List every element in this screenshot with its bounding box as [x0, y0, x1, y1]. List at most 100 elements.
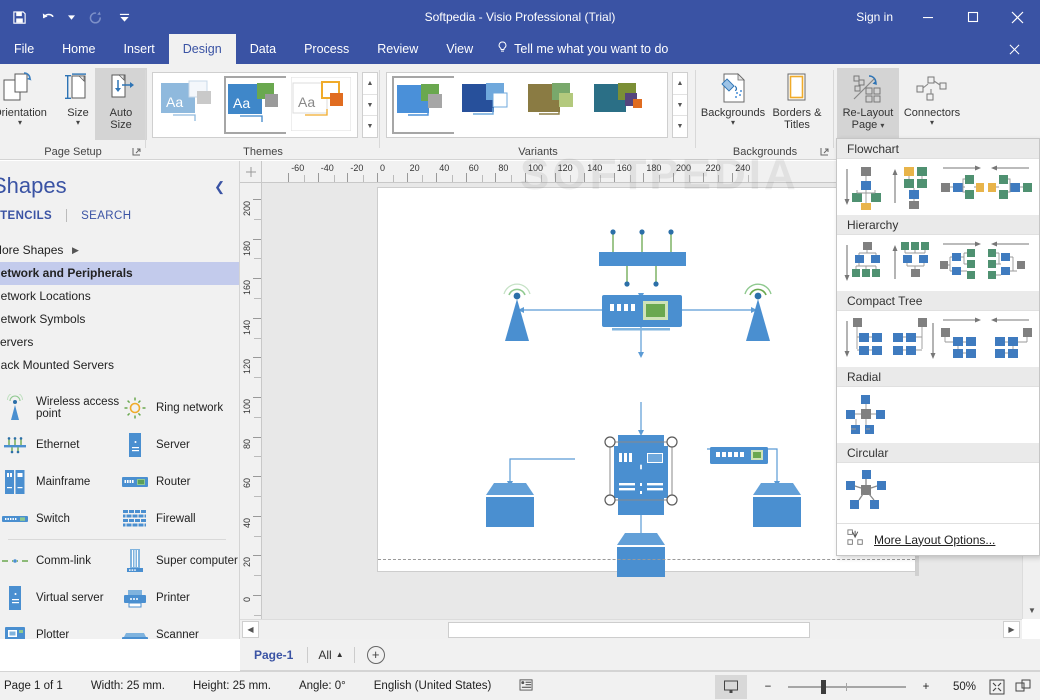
stencil-item-network-locations[interactable]: Network Locations: [0, 285, 239, 308]
scroll-left-icon[interactable]: ◀: [242, 621, 259, 638]
zoom-percent-label[interactable]: 50%: [946, 681, 976, 693]
stencil-item-more-shapes[interactable]: More Shapes ▶: [0, 239, 239, 262]
tab-data[interactable]: Data: [236, 34, 290, 64]
stencil-item-network-and-peripherals[interactable]: Network and Peripherals: [0, 262, 239, 285]
shape-scanner[interactable]: Scanner: [120, 616, 239, 639]
zoom-slider[interactable]: [788, 679, 906, 694]
variant-item-3[interactable]: [524, 76, 586, 134]
layout-compact-tree-left[interactable]: [987, 315, 1033, 363]
variant-item-4[interactable]: [590, 76, 652, 134]
close-document-button[interactable]: [996, 34, 1032, 64]
layout-hierarchy-up[interactable]: [891, 239, 937, 287]
zoom-slider-thumb[interactable]: [821, 679, 826, 694]
layout-hierarchy-right[interactable]: [939, 239, 985, 287]
shape-router[interactable]: Router: [120, 463, 239, 500]
presentation-view-icon[interactable]: [715, 674, 747, 699]
backgrounds-caret-icon[interactable]: ▾: [731, 119, 735, 127]
variant-item-1[interactable]: [392, 76, 454, 134]
status-angle[interactable]: Angle: 0°: [285, 680, 360, 692]
layout-hierarchy-left[interactable]: [987, 239, 1033, 287]
close-button[interactable]: [995, 0, 1040, 34]
status-language[interactable]: English (United States): [360, 680, 506, 692]
shape-firewall[interactable]: Firewall: [120, 500, 239, 537]
layout-flowchart-left[interactable]: [987, 163, 1033, 211]
ruler-corner[interactable]: [240, 161, 262, 183]
theme-item-3[interactable]: Aa: [290, 76, 352, 134]
tab-process[interactable]: Process: [290, 34, 363, 64]
layout-flowchart-right[interactable]: [939, 163, 985, 211]
backgrounds-button[interactable]: Backgrounds ▾: [700, 68, 766, 140]
minimize-button[interactable]: [905, 0, 950, 34]
connectors-caret-icon[interactable]: ▾: [930, 119, 934, 127]
horizontal-scrollbar[interactable]: ◀ ▶: [240, 619, 1022, 639]
themes-scroll-up-icon[interactable]: ▲: [363, 73, 377, 95]
more-layout-options-item[interactable]: More Layout Options...: [837, 523, 1039, 555]
shape-ethernet[interactable]: Ethernet: [0, 426, 120, 463]
tab-home[interactable]: Home: [48, 34, 109, 64]
page-setup-dialog-launcher[interactable]: [132, 147, 142, 157]
tab-insert[interactable]: Insert: [110, 34, 169, 64]
zoom-in-button[interactable]: +: [913, 675, 939, 699]
tab-search[interactable]: SEARCH: [81, 210, 131, 222]
status-width[interactable]: Width: 25 mm.: [77, 680, 179, 692]
chevron-right-icon[interactable]: ▶: [72, 239, 79, 262]
themes-gallery[interactable]: Aa Aa Aa: [152, 72, 358, 138]
shape-wireless-access-point[interactable]: Wireless access point: [0, 389, 120, 426]
shape-printer[interactable]: Printer: [120, 579, 239, 616]
sign-in-button[interactable]: Sign in: [844, 0, 905, 34]
layout-compact-tree-up[interactable]: [891, 315, 937, 363]
status-page-count[interactable]: Page 1 of 1: [0, 680, 77, 692]
maximize-button[interactable]: [950, 0, 995, 34]
layout-flowchart-up[interactable]: [891, 163, 937, 211]
layout-hierarchy-down[interactable]: [843, 239, 889, 287]
backgrounds-dialog-launcher[interactable]: [820, 147, 830, 157]
shape-mainframe[interactable]: Mainframe: [0, 463, 120, 500]
all-pages-button[interactable]: All ▲: [308, 648, 353, 662]
zoom-out-button[interactable]: −: [755, 675, 781, 699]
orientation-caret-icon[interactable]: ▾: [18, 119, 22, 127]
add-page-icon[interactable]: +: [366, 645, 385, 664]
themes-gallery-scroll[interactable]: ▲ ▼ ▼: [362, 72, 378, 138]
variants-gallery-scroll[interactable]: ▲ ▼ ▼: [672, 72, 688, 138]
variants-scroll-up-icon[interactable]: ▲: [673, 73, 687, 95]
chevron-left-icon[interactable]: ❮: [214, 179, 225, 195]
variant-item-2[interactable]: [458, 76, 520, 134]
borders-titles-button[interactable]: Borders & Titles: [764, 68, 830, 140]
themes-scroll-more-icon[interactable]: ▼: [363, 116, 377, 137]
macro-record-icon[interactable]: [505, 678, 548, 694]
layout-flowchart-down[interactable]: [843, 163, 889, 211]
variants-gallery[interactable]: [386, 72, 668, 138]
stencil-item-servers[interactable]: Servers: [0, 331, 239, 354]
tell-me-search[interactable]: Tell me what you want to do: [487, 34, 678, 64]
re-layout-caret-icon[interactable]: ▾: [880, 121, 884, 130]
variants-scroll-more-icon[interactable]: ▼: [673, 116, 687, 137]
shape-ring-network[interactable]: Ring network: [120, 389, 239, 426]
size-caret-icon[interactable]: ▾: [76, 119, 80, 127]
scroll-down-icon[interactable]: ▼: [1023, 601, 1040, 619]
layout-compact-tree-right[interactable]: [939, 315, 985, 363]
horizontal-scroll-thumb[interactable]: [448, 622, 810, 638]
shape-switch[interactable]: Switch: [0, 500, 120, 537]
layout-compact-tree-down[interactable]: [843, 315, 889, 363]
theme-item-1[interactable]: Aa: [158, 76, 220, 134]
re-layout-page-button[interactable]: Re-Layout Page ▾: [837, 68, 899, 140]
tab-stencils[interactable]: STENCILS: [0, 210, 52, 222]
layout-circular[interactable]: [843, 467, 889, 515]
fit-window-icon[interactable]: [1010, 675, 1036, 699]
scroll-right-icon[interactable]: ▶: [1003, 621, 1020, 638]
variants-scroll-down-icon[interactable]: ▼: [673, 95, 687, 117]
stencil-item-rack-mounted-servers[interactable]: Rack Mounted Servers: [0, 354, 239, 377]
re-layout-page-dropdown[interactable]: Flowchart Hierarchy Compact Tree Radial …: [836, 138, 1040, 556]
shape-server[interactable]: Server: [120, 426, 239, 463]
page-tab-page-1[interactable]: Page-1: [240, 648, 307, 662]
stencil-item-network-symbols[interactable]: Network Symbols: [0, 308, 239, 331]
shape-virtual-server[interactable]: Virtual server: [0, 579, 120, 616]
shape-comm-link[interactable]: Comm-link: [0, 542, 120, 579]
shape-super-computer[interactable]: Super computer: [120, 542, 239, 579]
status-height[interactable]: Height: 25 mm.: [179, 680, 285, 692]
layout-radial[interactable]: [843, 391, 889, 439]
shape-plotter[interactable]: Plotter: [0, 616, 120, 639]
theme-item-2[interactable]: Aa: [224, 76, 286, 134]
tab-file[interactable]: File: [0, 34, 48, 64]
themes-scroll-down-icon[interactable]: ▼: [363, 95, 377, 117]
